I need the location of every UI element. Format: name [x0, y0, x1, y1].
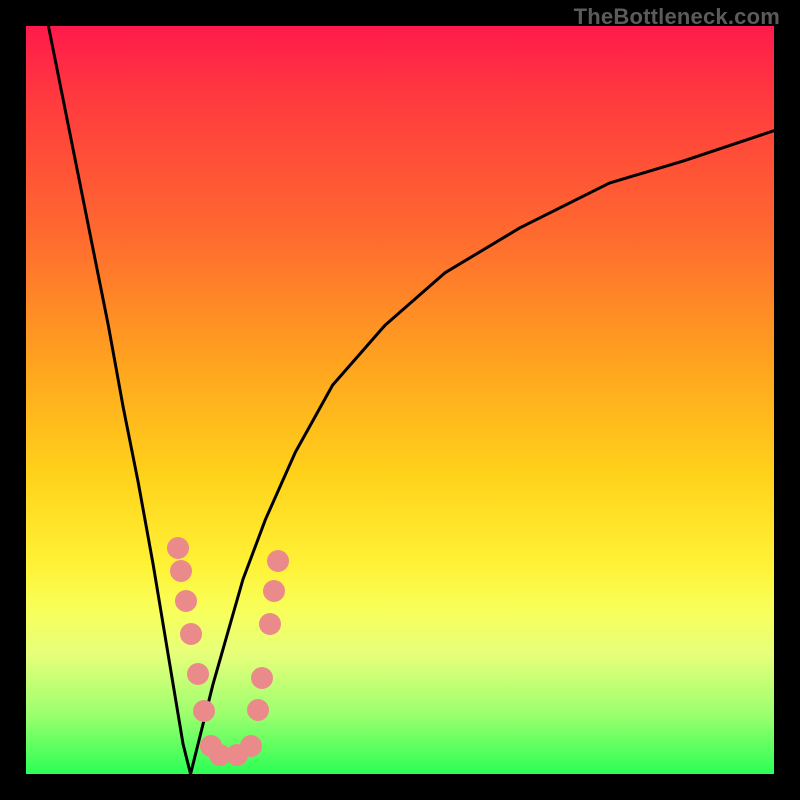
- data-marker: [259, 613, 281, 635]
- frame: TheBottleneck.com: [0, 0, 800, 800]
- data-marker: [267, 550, 289, 572]
- data-marker: [251, 667, 273, 689]
- chart-svg: [26, 26, 774, 774]
- data-marker: [170, 560, 192, 582]
- data-marker: [247, 699, 269, 721]
- data-marker: [240, 735, 262, 757]
- data-marker: [180, 623, 202, 645]
- data-marker: [167, 537, 189, 559]
- data-marker: [187, 663, 209, 685]
- curve-curveB: [191, 131, 774, 774]
- data-marker: [263, 580, 285, 602]
- data-marker: [193, 700, 215, 722]
- plot-area: [26, 26, 774, 774]
- data-marker: [175, 590, 197, 612]
- watermark-text: TheBottleneck.com: [574, 4, 780, 30]
- curve-curveA: [48, 26, 190, 774]
